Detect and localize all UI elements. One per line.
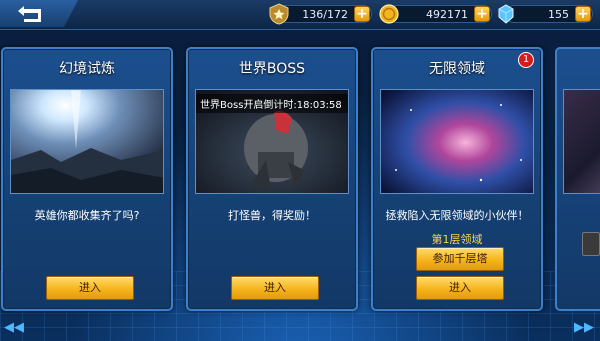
join-tower-button[interactable]: 参加千层塔 [416, 247, 504, 271]
card-title: 无限领域 [429, 61, 485, 77]
card-world-boss[interactable]: 世界BOSS 世界Boss开启倒计时:18:03:58 打怪兽，得奖励！ 进入 [186, 47, 358, 311]
boss-countdown-timer: 世界Boss开启倒计时:18:03:58 [196, 94, 348, 113]
scroll-left-arrow-icon[interactable]: ◀◀ [4, 321, 24, 335]
add-diamond-button[interactable]: + [575, 6, 591, 22]
current-floor-label: 第1层领域 [431, 233, 483, 246]
card-next-partial[interactable] [555, 47, 600, 311]
card-title: 幻境试炼 [59, 61, 115, 77]
enter-button[interactable]: 进入 [416, 276, 504, 300]
card-description: 打怪兽，得奖励！ [228, 209, 316, 222]
next-card-artwork [563, 89, 600, 194]
gold-value: 492171 [426, 7, 468, 21]
card-infinite-domain[interactable]: 无限领域 1 拯救陷入无限领域的小伙伴！ 第1层领域 参加千层塔 进入 [371, 47, 543, 311]
top-bar: 136/172 + 492171 + 155 + [0, 0, 600, 30]
card-title: 世界BOSS [238, 61, 306, 77]
back-button[interactable] [0, 0, 78, 27]
illusion-trial-artwork [10, 89, 164, 194]
diamond-icon [494, 2, 518, 26]
card-description: 英雄你都收集齐了吗? [34, 209, 140, 222]
world-boss-artwork: 世界Boss开启倒计时:18:03:58 [195, 89, 349, 194]
add-gold-button[interactable]: + [474, 6, 490, 22]
gold-coin-icon [377, 2, 401, 26]
diamond-display: 155 + [498, 4, 593, 24]
enter-button[interactable]: 进入 [231, 276, 319, 300]
card-description: 拯救陷入无限领域的小伙伴！ [385, 209, 529, 222]
notification-badge: 1 [518, 52, 534, 68]
shield-medal-icon [267, 2, 291, 26]
gold-display: 492171 + [379, 4, 492, 24]
card-illusion-trial[interactable]: 幻境试炼 英雄你都收集齐了吗? 进入 [1, 47, 173, 311]
enter-button[interactable]: 进入 [46, 276, 134, 300]
stamina-display: 136/172 + [269, 3, 372, 25]
add-stamina-button[interactable]: + [354, 6, 370, 22]
scroll-right-arrow-icon[interactable]: ▶▶ [574, 321, 594, 335]
infinite-domain-artwork [380, 89, 534, 194]
back-arrow-icon [18, 5, 41, 22]
side-handle[interactable] [582, 232, 600, 256]
